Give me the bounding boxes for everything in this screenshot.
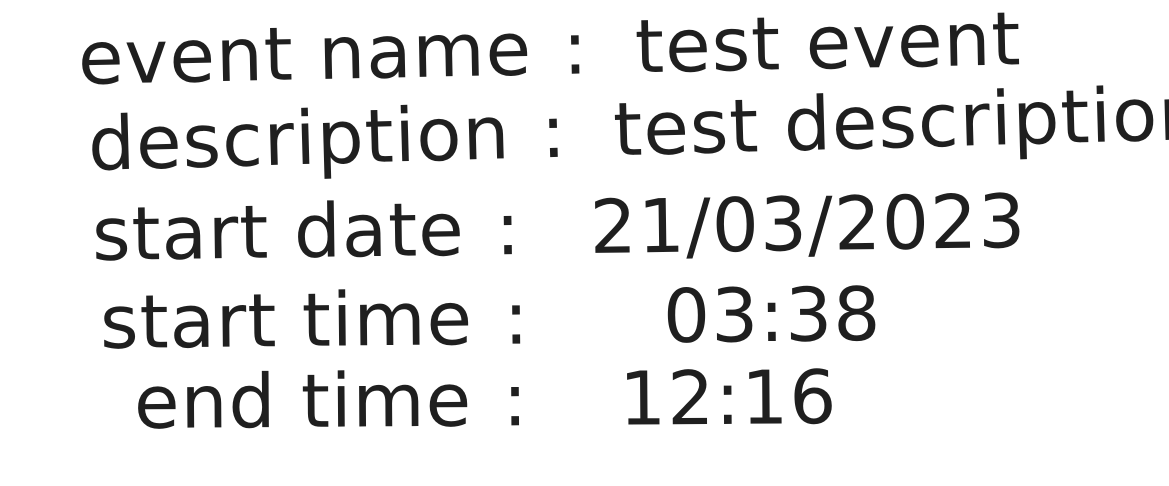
start-time-label: start time — [99, 276, 474, 366]
handwritten-note: event name : test event description : te… — [0, 0, 1169, 486]
start-date-line: start date : 21/03/2023 — [91, 178, 1027, 278]
start-date-colon: : — [494, 186, 522, 273]
event-name-colon: : — [561, 5, 590, 92]
event-name-value: test event — [634, 0, 1023, 91]
description-value: test description — [612, 70, 1169, 174]
start-date-label: start date — [91, 186, 466, 278]
start-time-colon: : — [503, 275, 530, 362]
description-colon: : — [539, 88, 568, 176]
start-date-value: 21/03/2023 — [589, 178, 1027, 272]
end-time-colon: : — [502, 357, 529, 444]
end-time-line: end time : 12:16 — [133, 355, 838, 446]
start-time-value: 03:38 — [662, 271, 882, 361]
description-label: description — [86, 90, 512, 188]
end-time-value: 12:16 — [618, 355, 838, 443]
end-time-label: end time — [133, 357, 473, 446]
start-time-line: start time : 03:38 — [99, 271, 882, 366]
event-name-label: event name — [77, 6, 533, 102]
